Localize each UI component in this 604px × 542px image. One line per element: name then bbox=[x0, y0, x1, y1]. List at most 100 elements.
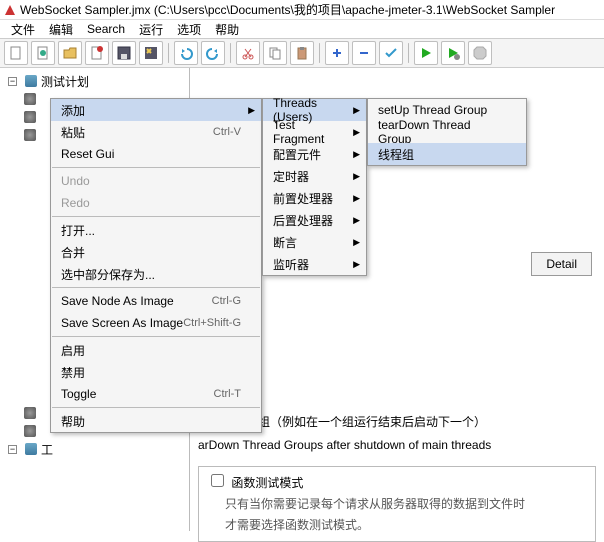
menu-help[interactable]: 帮助 bbox=[208, 21, 246, 38]
menu-separator bbox=[52, 167, 260, 168]
menu-item-label: Reset Gui bbox=[61, 147, 114, 161]
context-menu-item[interactable]: 启用 bbox=[51, 339, 261, 361]
submenu-arrow-icon: ▶ bbox=[353, 193, 360, 204]
separator bbox=[230, 43, 231, 63]
context-menu-item[interactable]: 禁用 bbox=[51, 361, 261, 383]
menu-item-label: 监听器 bbox=[273, 256, 309, 273]
submenu-add-item[interactable]: 配置元件▶ bbox=[263, 143, 366, 165]
start-icon[interactable] bbox=[414, 41, 438, 65]
menu-accelerator: Ctrl-T bbox=[214, 388, 242, 400]
menu-separator bbox=[52, 287, 260, 288]
menu-item-label: 合并 bbox=[61, 244, 85, 261]
menu-accelerator: Ctrl-V bbox=[213, 126, 241, 138]
submenu-arrow-icon: ▶ bbox=[353, 259, 360, 270]
func-hint1: 只有当你需要记录每个请求从服务器取得的数据到文件时 bbox=[225, 495, 587, 512]
func-mode-checkbox[interactable] bbox=[211, 474, 224, 487]
menu-bar: 文件 编辑 Search 运行 选项 帮助 bbox=[0, 20, 604, 38]
tree-root-label: 测试计划 bbox=[41, 73, 89, 90]
context-menu: 添加 ▶ 粘贴Ctrl-V Reset Gui Undo Redo 打开... 合并选中部分保… bbox=[50, 98, 262, 433]
menu-item-label: tearDown Thread Group bbox=[378, 118, 506, 146]
menu-item-label: 添加 bbox=[61, 102, 85, 119]
submenu-add: Threads (Users)▶Test Fragment▶配置元件▶定时器▶前… bbox=[262, 98, 367, 276]
context-menu-item[interactable]: Redo bbox=[51, 192, 261, 214]
menu-item-label: 后置处理器 bbox=[273, 212, 333, 229]
menu-item-label: Test Fragment bbox=[273, 118, 346, 146]
context-menu-item[interactable]: 帮助 bbox=[51, 410, 261, 432]
detail-button[interactable]: Detail bbox=[531, 252, 592, 276]
cut-icon[interactable] bbox=[236, 41, 260, 65]
submenu-threads-item[interactable]: 线程组 bbox=[368, 143, 526, 165]
menu-options[interactable]: 选项 bbox=[170, 21, 208, 38]
submenu-add-item[interactable]: 后置处理器 ▶ bbox=[263, 209, 366, 231]
menu-item-label: 选中部分保存为... bbox=[61, 266, 155, 283]
tree-leaf[interactable]: − 工 bbox=[2, 440, 187, 458]
redo-icon[interactable] bbox=[201, 41, 225, 65]
menu-accelerator: Ctrl-G bbox=[212, 295, 241, 307]
context-menu-item[interactable]: Toggle Ctrl-T bbox=[51, 383, 261, 405]
submenu-arrow-icon: ▶ bbox=[353, 127, 360, 138]
context-menu-item[interactable]: 添加 ▶ bbox=[51, 99, 261, 121]
menu-item-label: 禁用 bbox=[61, 364, 85, 381]
menu-item-label: 配置元件 bbox=[273, 146, 321, 163]
context-menu-item[interactable]: 打开... bbox=[51, 219, 261, 241]
stop-icon[interactable] bbox=[468, 41, 492, 65]
save-as-icon[interactable] bbox=[139, 41, 163, 65]
open-icon[interactable] bbox=[58, 41, 82, 65]
func-mode-label: 函数测试模式 bbox=[231, 476, 303, 490]
menu-search[interactable]: Search bbox=[80, 22, 132, 36]
menu-item-label: Save Screen As Image bbox=[61, 316, 183, 330]
submenu-add-item[interactable]: 监听器 ▶ bbox=[263, 253, 366, 275]
collapse-icon[interactable] bbox=[352, 41, 376, 65]
tree-root[interactable]: − 测试计划 bbox=[2, 72, 187, 90]
menu-item-label: setUp Thread Group bbox=[378, 103, 487, 117]
menu-item-label: Redo bbox=[61, 196, 90, 210]
menu-edit[interactable]: 编辑 bbox=[42, 21, 80, 38]
workbench-icon bbox=[25, 443, 37, 455]
submenu-arrow-icon: ▶ bbox=[353, 171, 360, 182]
submenu-arrow-icon: ▶ bbox=[353, 237, 360, 248]
menu-item-label: Toggle bbox=[61, 387, 96, 401]
submenu-arrow-icon: ▶ bbox=[353, 215, 360, 226]
paste-icon[interactable] bbox=[290, 41, 314, 65]
submenu-threads: setUp Thread GrouptearDown Thread Group线… bbox=[367, 98, 527, 166]
context-menu-item[interactable]: Save Screen As ImageCtrl+Shift-G bbox=[51, 312, 261, 334]
close-icon[interactable] bbox=[85, 41, 109, 65]
context-menu-item[interactable]: Reset Gui bbox=[51, 143, 261, 165]
submenu-add-item[interactable]: Test Fragment ▶ bbox=[263, 121, 366, 143]
submenu-add-item[interactable]: 前置处理器▶ bbox=[263, 187, 366, 209]
collapse-toggle-icon[interactable]: − bbox=[8, 445, 17, 454]
menu-item-label: Undo bbox=[61, 174, 90, 188]
context-menu-item[interactable]: 合并 bbox=[51, 241, 261, 263]
undo-icon[interactable] bbox=[174, 41, 198, 65]
submenu-threads-item[interactable]: tearDown Thread Group bbox=[368, 121, 526, 143]
gear-icon bbox=[24, 93, 36, 105]
menu-separator bbox=[52, 216, 260, 217]
menu-file[interactable]: 文件 bbox=[4, 21, 42, 38]
app-icon bbox=[4, 4, 16, 16]
menu-item-label: 断言 bbox=[273, 234, 297, 251]
context-menu-item[interactable]: Save Node As ImageCtrl-G bbox=[51, 290, 261, 312]
separator bbox=[168, 43, 169, 63]
testplan-icon bbox=[25, 75, 37, 87]
save-icon[interactable] bbox=[112, 41, 136, 65]
teardown-hint: arDown Thread Groups after shutdown of m… bbox=[198, 438, 596, 452]
new-icon[interactable] bbox=[4, 41, 28, 65]
gear-icon bbox=[24, 129, 36, 141]
toggle-icon[interactable] bbox=[379, 41, 403, 65]
submenu-arrow-icon: ▶ bbox=[248, 105, 255, 116]
submenu-add-item[interactable]: 定时器▶ bbox=[263, 165, 366, 187]
gear-icon bbox=[24, 407, 36, 419]
menu-separator bbox=[52, 407, 260, 408]
collapse-toggle-icon[interactable]: − bbox=[8, 77, 17, 86]
func-hint2: 才需要选择函数测试模式。 bbox=[225, 516, 587, 533]
template-icon[interactable] bbox=[31, 41, 55, 65]
expand-icon[interactable] bbox=[325, 41, 349, 65]
copy-icon[interactable] bbox=[263, 41, 287, 65]
start-no-timers-icon[interactable] bbox=[441, 41, 465, 65]
menu-separator bbox=[52, 336, 260, 337]
submenu-add-item[interactable]: 断言 ▶ bbox=[263, 231, 366, 253]
context-menu-item[interactable]: 选中部分保存为... bbox=[51, 263, 261, 285]
menu-run[interactable]: 运行 bbox=[132, 21, 170, 38]
context-menu-item[interactable]: 粘贴Ctrl-V bbox=[51, 121, 261, 143]
context-menu-item[interactable]: Undo bbox=[51, 170, 261, 192]
